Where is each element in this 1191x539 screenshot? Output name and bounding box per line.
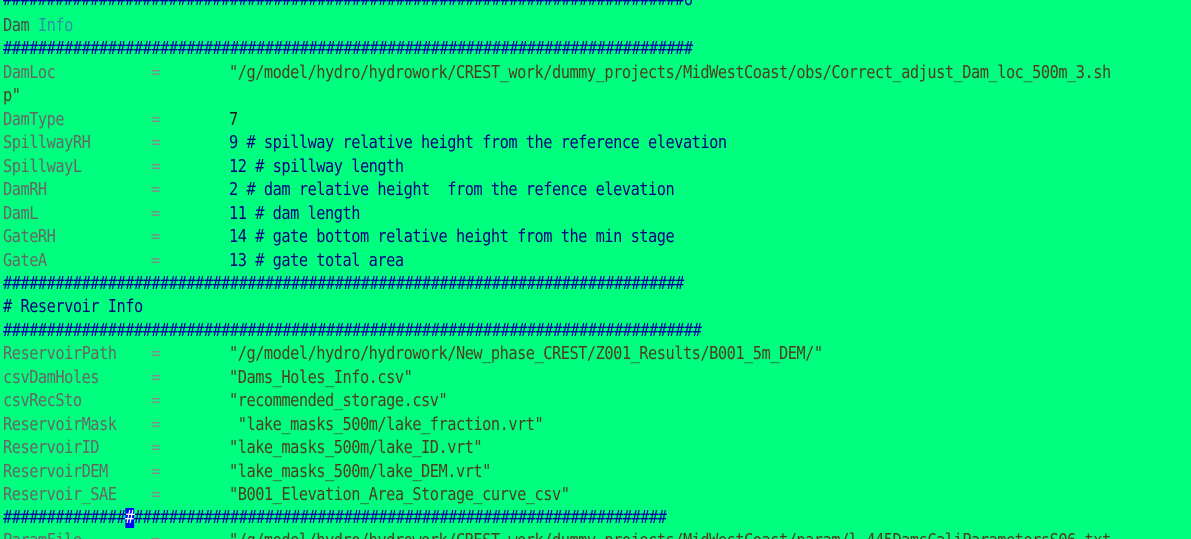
config-value: "recommended_storage.csv" xyxy=(229,391,448,411)
equals-sign: = xyxy=(151,462,160,482)
equals-sign: = xyxy=(151,438,160,458)
equals-sign: = xyxy=(151,227,160,247)
config-value: "/g/model/hydro/hydrowork/CREST_work/dum… xyxy=(229,63,1111,83)
config-line-csvdamholes: csvDamHoles xyxy=(3,368,100,388)
equals-sign: = xyxy=(151,485,160,505)
config-value: "/g/model/hydro/hydrowork/New_phase_CRES… xyxy=(229,344,823,364)
reservoir-info-header: # Reservoir Info xyxy=(3,297,143,317)
equals-sign: = xyxy=(151,133,160,153)
text-cursor[interactable]: # xyxy=(125,508,134,528)
config-line-gaterh: GateRH xyxy=(3,227,56,247)
header-text: Dam xyxy=(3,16,38,36)
config-line-spillwayl: SpillwayL xyxy=(3,157,82,177)
equals-sign: = xyxy=(151,415,160,435)
equals-sign: = xyxy=(151,530,160,539)
separator-line: ########################################… xyxy=(3,0,693,10)
config-line-reservoirsae: Reservoir_SAE xyxy=(3,485,117,505)
equals-sign: = xyxy=(151,204,160,224)
separator-line: ########################################… xyxy=(3,508,667,528)
equals-sign: = xyxy=(151,180,160,200)
text-editor[interactable]: ########################################… xyxy=(0,0,1191,539)
header-keyword: Info xyxy=(37,16,73,36)
config-line-reservoirid: ReservoirID xyxy=(3,438,100,458)
config-value: 14 # gate bottom relative height from th… xyxy=(229,227,675,247)
config-value: "Dams_Holes_Info.csv" xyxy=(229,368,413,388)
config-line-damrh: DamRH xyxy=(3,180,47,200)
separator-line: ########################################… xyxy=(3,274,684,294)
config-value: "lake_masks_500m/lake_fraction.vrt" xyxy=(229,415,544,435)
config-line-damtype: DamType xyxy=(3,110,65,130)
equals-sign: = xyxy=(151,63,160,83)
config-line-csvrecsto: csvRecSto xyxy=(3,391,82,411)
wrapped-line: p" xyxy=(3,86,21,106)
config-line-gatea: GateA xyxy=(3,251,47,271)
equals-sign: = xyxy=(151,251,160,271)
config-line-spillwayrh: SpillwayRH xyxy=(3,133,91,153)
equals-sign: = xyxy=(151,368,160,388)
config-value: 2 # dam relative height from the refence… xyxy=(229,180,675,200)
config-key: DamLoc xyxy=(3,63,56,83)
config-value: 12 # spillway length xyxy=(229,157,404,177)
config-value: 13 # gate total area xyxy=(229,251,404,271)
config-value: "lake_masks_500m/lake_DEM.vrt" xyxy=(229,462,491,482)
config-line-paramfile: ParamFile xyxy=(3,530,82,539)
equals-sign: = xyxy=(151,110,160,130)
equals-sign: = xyxy=(151,344,160,364)
config-value: 9 # spillway relative height from the re… xyxy=(229,133,727,153)
config-value: "lake_masks_500m/lake_ID.vrt" xyxy=(229,438,483,458)
config-line-reservoirpath: ReservoirPath xyxy=(3,344,117,364)
dam-info-header: Dam Info xyxy=(3,15,73,38)
config-line-damloc: DamLoc xyxy=(3,62,56,85)
config-line-reservoirdem: ReservoirDEM xyxy=(3,462,108,482)
equals-sign: = xyxy=(151,391,160,411)
separator-line: ########################################… xyxy=(3,39,693,59)
config-line-daml: DamL xyxy=(3,204,38,224)
config-value: "/g/model/hydro/hydrowork/CREST_work/dum… xyxy=(229,530,1111,539)
equals-sign: = xyxy=(151,157,160,177)
separator-line: ########################################… xyxy=(3,321,702,341)
config-value: 7 xyxy=(229,110,238,130)
config-line-reservoirmask: ReservoirMask xyxy=(3,415,117,435)
config-value: 11 # dam length xyxy=(229,204,360,224)
config-value: "B001_Elevation_Area_Storage_curve_csv" xyxy=(229,485,570,505)
